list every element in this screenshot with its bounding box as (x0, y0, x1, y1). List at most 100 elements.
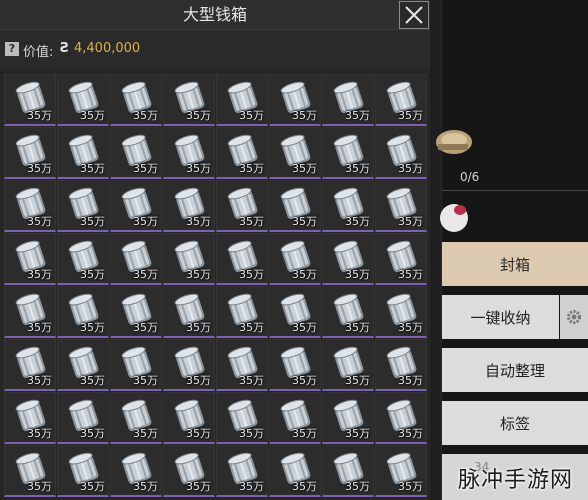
inventory-slot[interactable]: 35万 (57, 392, 109, 444)
value-bar: ? 价值: Ƨ 4,400,000 (0, 30, 430, 70)
inventory-slot[interactable]: 35万 (216, 233, 268, 285)
inventory-slot[interactable]: 35万 (4, 180, 56, 232)
inventory-slot[interactable]: 35万 (163, 286, 215, 338)
inventory-slot[interactable]: 35万 (57, 127, 109, 179)
inventory-slot[interactable]: 35万 (163, 74, 215, 126)
inventory-slot[interactable]: 35万 (4, 286, 56, 338)
item-value-label: 35万 (239, 374, 264, 387)
inventory-slot[interactable]: 35万 (57, 233, 109, 285)
inventory-slot[interactable]: 35万 (4, 392, 56, 444)
inventory-slot[interactable]: 35万 (4, 74, 56, 126)
item-value-label: 35万 (27, 215, 52, 228)
inventory-slot[interactable]: 35万 (4, 127, 56, 179)
item-value-label: 35万 (133, 215, 158, 228)
inventory-slot[interactable]: 35万 (322, 233, 374, 285)
inventory-slot[interactable]: 35万 (269, 74, 321, 126)
inventory-slot[interactable]: 35万 (163, 445, 215, 497)
item-value-label: 35万 (133, 480, 158, 493)
inventory-slot[interactable]: 35万 (216, 286, 268, 338)
inventory-slot[interactable]: 35万 (110, 445, 162, 497)
inventory-slot[interactable]: 35万 (163, 339, 215, 391)
inventory-slot[interactable]: 35万 (322, 127, 374, 179)
item-value-label: 35万 (292, 480, 317, 493)
inventory-slot[interactable]: 35万 (216, 180, 268, 232)
inventory-slot[interactable]: 35万 (110, 127, 162, 179)
inventory-slot[interactable]: 35万 (322, 74, 374, 126)
inventory-slot[interactable]: 35万 (269, 392, 321, 444)
inventory-slot[interactable]: 35万 (110, 392, 162, 444)
inventory-slot[interactable]: 35万 (110, 74, 162, 126)
inventory-slot[interactable]: 35万 (269, 233, 321, 285)
equipment-item-icon[interactable] (430, 120, 490, 160)
auto-sort-button[interactable]: 自动整理 (442, 348, 588, 392)
inventory-slot[interactable]: 35万 (216, 74, 268, 126)
inventory-slot[interactable]: 35万 (269, 127, 321, 179)
inventory-slot[interactable]: 35万 (375, 392, 427, 444)
inventory-slot[interactable]: 35万 (322, 286, 374, 338)
inventory-slot[interactable]: 35万 (57, 180, 109, 232)
inventory-slot[interactable]: 35万 (375, 286, 427, 338)
inventory-slot[interactable]: 35万 (163, 180, 215, 232)
inventory-slot[interactable]: 35万 (57, 286, 109, 338)
item-value-label: 35万 (186, 162, 211, 175)
inventory-slot[interactable]: 35万 (110, 339, 162, 391)
item-value-label: 35万 (345, 215, 370, 228)
item-value-label: 35万 (133, 374, 158, 387)
inventory-slot[interactable]: 35万 (216, 127, 268, 179)
inventory-slot[interactable]: 35万 (110, 180, 162, 232)
inventory-slot[interactable]: 35万 (4, 233, 56, 285)
inventory-slot[interactable]: 35万 (375, 233, 427, 285)
tags-button[interactable]: 标签 (442, 401, 588, 445)
inventory-slot[interactable]: 35万 (375, 339, 427, 391)
inventory-slot[interactable]: 35万 (375, 74, 427, 126)
item-value-label: 35万 (27, 427, 52, 440)
inventory-slot[interactable]: 35万 (57, 74, 109, 126)
item-value-label: 35万 (398, 268, 423, 281)
inventory-slot[interactable]: 35万 (163, 127, 215, 179)
inventory-slot[interactable]: 35万 (110, 233, 162, 285)
inventory-slot[interactable]: 35万 (110, 286, 162, 338)
help-icon[interactable]: ? (5, 42, 19, 56)
inventory-slot[interactable]: 35万 (375, 127, 427, 179)
store-settings-button[interactable] (560, 295, 588, 339)
inventory-slot[interactable]: 35万 (375, 445, 427, 497)
item-value-label: 35万 (80, 321, 105, 334)
item-value-label: 35万 (186, 427, 211, 440)
item-value-label: 35万 (398, 162, 423, 175)
item-value-label: 35万 (27, 268, 52, 281)
inventory-slot[interactable]: 35万 (322, 445, 374, 497)
item-value-label: 35万 (186, 109, 211, 122)
close-button[interactable] (399, 1, 429, 29)
item-value-label: 35万 (27, 162, 52, 175)
slot-count: 0/6 (460, 170, 480, 184)
inventory-slot[interactable]: 35万 (57, 445, 109, 497)
item-value-label: 35万 (398, 427, 423, 440)
inventory-slot[interactable]: 35万 (269, 339, 321, 391)
item-value-label: 35万 (239, 109, 264, 122)
item-value-label: 35万 (186, 480, 211, 493)
inventory-slot[interactable]: 35万 (57, 339, 109, 391)
inventory-slot[interactable]: 35万 (216, 339, 268, 391)
inventory-slot[interactable]: 35万 (322, 180, 374, 232)
inventory-slot[interactable]: 35万 (322, 392, 374, 444)
inventory-slot[interactable]: 35万 (322, 339, 374, 391)
item-value-label: 35万 (27, 321, 52, 334)
inventory-slot[interactable]: 35万 (216, 392, 268, 444)
pouch-item-icon[interactable] (440, 196, 474, 234)
currency-icon: Ƨ (60, 41, 70, 56)
item-value-label: 35万 (239, 215, 264, 228)
inventory-slot[interactable]: 35万 (4, 339, 56, 391)
item-value-label: 35万 (345, 268, 370, 281)
store-all-button[interactable]: 一键收纳 (442, 295, 559, 339)
inventory-slot[interactable]: 35万 (163, 392, 215, 444)
inventory-slot[interactable]: 35万 (4, 445, 56, 497)
inventory-slot[interactable]: 35万 (269, 286, 321, 338)
inventory-slot[interactable]: 35万 (163, 233, 215, 285)
inventory-slot[interactable]: 35万 (269, 445, 321, 497)
inventory-slot[interactable]: 35万 (216, 445, 268, 497)
inventory-slot[interactable]: 35万 (375, 180, 427, 232)
item-value-label: 35万 (345, 427, 370, 440)
seal-box-button[interactable]: 封箱 (442, 242, 588, 286)
inventory-slot[interactable]: 35万 (269, 180, 321, 232)
side-divider (442, 190, 588, 191)
